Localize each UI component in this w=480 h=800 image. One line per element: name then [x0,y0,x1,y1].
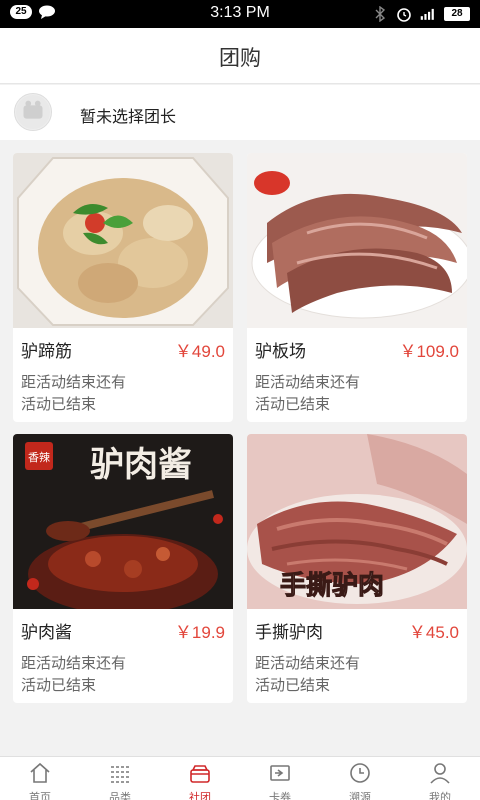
tab-coupon[interactable]: 卡券 [240,757,320,800]
battery-level: 28 [444,7,470,21]
tab-label: 首页 [29,791,51,800]
tab-profile[interactable]: 我的 [400,757,480,800]
banner-tag: 香辣 [28,450,50,464]
activity-status: 活动已结束 [21,676,97,694]
tab-home[interactable]: 首页 [0,757,80,800]
activity-status: 活动已结束 [255,676,331,694]
tab-trace[interactable]: 溯源 [320,757,400,800]
banner-title: 手撕驴肉 [280,570,384,601]
group-icon [190,765,210,783]
activity-status: 活动已结束 [255,395,331,413]
alarm-icon [397,8,411,22]
banner-title: 驴肉酱 [90,445,192,485]
tab-label: 品类 [109,791,131,800]
avatar [14,93,52,131]
product-image: 香辣 驴肉酱 [13,434,233,609]
product-card[interactable]: 驴板场 ￥109.0 距活动结束还有 活动已结束 [247,153,467,422]
tab-category[interactable]: 品类 [80,757,160,800]
countdown-label: 距活动结束还有 [255,654,361,672]
coupon-icon [270,765,290,781]
page-header: 团购 [0,28,480,84]
product-name: 驴板场 [255,342,306,362]
user-icon [430,763,450,784]
tab-label: 社团 [189,791,211,800]
product-name: 驴蹄筋 [21,342,72,362]
countdown-label: 距活动结束还有 [21,373,127,391]
product-name: 手撕驴肉 [255,623,323,643]
tab-group[interactable]: 社团 [160,757,240,800]
signal-icon [420,8,434,20]
tab-label: 卡券 [269,791,291,800]
countdown-label: 距活动结束还有 [21,654,127,672]
product-price: ￥45.0 [408,623,459,642]
clock-icon [350,763,370,783]
tab-label: 溯源 [349,791,371,800]
product-name: 驴肉酱 [21,623,72,643]
product-image: 手撕驴肉 [247,434,467,609]
bottom-tab-bar: 首页 品类 社团 卡券 溯源 我的 [0,756,480,800]
activity-status: 活动已结束 [21,395,97,413]
product-card[interactable]: 驴蹄筋 ￥49.0 距活动结束还有 活动已结束 [13,153,233,422]
bluetooth-icon [375,6,386,22]
countdown-label: 距活动结束还有 [255,373,361,391]
product-image [247,153,467,328]
tab-label: 我的 [429,791,451,800]
group-leader-selector[interactable]: 暂未选择团长 [0,85,480,140]
page-title: 团购 [219,46,261,70]
product-price: ￥109.0 [399,342,459,361]
status-bar: 25 3:13 PM 28 [0,0,480,28]
list-icon [111,766,129,783]
leader-label: 暂未选择团长 [80,107,177,126]
home-icon [30,762,50,783]
product-image [13,153,233,328]
product-price: ￥49.0 [174,342,225,361]
product-card[interactable]: 手撕驴肉 手撕驴肉 ￥45.0 距活动结束还有 活动已结束 [247,434,467,703]
product-card[interactable]: 香辣 驴肉酱 驴肉酱 ￥19.9 距活动结束还有 活动已结束 [13,434,233,703]
product-price: ￥19.9 [174,623,225,642]
